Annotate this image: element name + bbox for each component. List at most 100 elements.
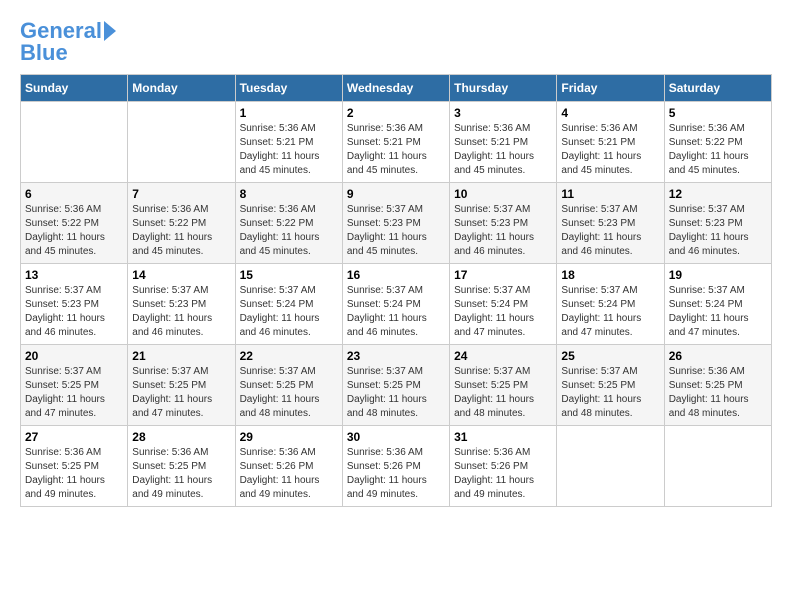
- day-number: 5: [669, 106, 767, 120]
- calendar-cell: [664, 426, 771, 507]
- day-number: 13: [25, 268, 123, 282]
- day-number: 2: [347, 106, 445, 120]
- day-number: 6: [25, 187, 123, 201]
- day-info: Sunrise: 5:36 AM Sunset: 5:21 PM Dayligh…: [561, 122, 659, 178]
- day-info: Sunrise: 5:36 AM Sunset: 5:21 PM Dayligh…: [347, 122, 445, 178]
- day-info: Sunrise: 5:36 AM Sunset: 5:21 PM Dayligh…: [454, 122, 552, 178]
- weekday-header: Tuesday: [235, 75, 342, 102]
- calendar-cell: 3 Sunrise: 5:36 AM Sunset: 5:21 PM Daylig…: [450, 102, 557, 183]
- weekday-header: Thursday: [450, 75, 557, 102]
- day-info: Sunrise: 5:37 AM Sunset: 5:23 PM Dayligh…: [561, 203, 659, 259]
- calendar-table: SundayMondayTuesdayWednesdayThursdayFrid…: [20, 74, 772, 507]
- calendar-cell: 9 Sunrise: 5:37 AM Sunset: 5:23 PM Daylig…: [342, 183, 449, 264]
- day-info: Sunrise: 5:37 AM Sunset: 5:24 PM Dayligh…: [240, 284, 338, 340]
- day-number: 14: [132, 268, 230, 282]
- day-info: Sunrise: 5:37 AM Sunset: 5:25 PM Dayligh…: [132, 365, 230, 421]
- day-number: 29: [240, 430, 338, 444]
- calendar-cell: 19Sunrise: 5:37 AM Sunset: 5:24 PM Dayli…: [664, 264, 771, 345]
- day-number: 25: [561, 349, 659, 363]
- day-info: Sunrise: 5:37 AM Sunset: 5:25 PM Dayligh…: [240, 365, 338, 421]
- day-number: 4: [561, 106, 659, 120]
- calendar-cell: 26 Sunrise: 5:36 AM Sunset: 5:25 PM Dayli…: [664, 345, 771, 426]
- weekday-header: Saturday: [664, 75, 771, 102]
- calendar-cell: 2 Sunrise: 5:36 AM Sunset: 5:21 PM Daylig…: [342, 102, 449, 183]
- calendar-cell: 4 Sunrise: 5:36 AM Sunset: 5:21 PM Daylig…: [557, 102, 664, 183]
- calendar-cell: 7 Sunrise: 5:36 AM Sunset: 5:22 PM Daylig…: [128, 183, 235, 264]
- day-number: 22: [240, 349, 338, 363]
- day-info: Sunrise: 5:36 AM Sunset: 5:22 PM Dayligh…: [132, 203, 230, 259]
- day-number: 26: [669, 349, 767, 363]
- calendar-cell: 16 Sunrise: 5:37 AM Sunset: 5:24 PM Dayli…: [342, 264, 449, 345]
- day-info: Sunrise: 5:37 AM Sunset: 5:24 PM Dayligh…: [347, 284, 445, 340]
- calendar-cell: 22 Sunrise: 5:37 AM Sunset: 5:25 PM Dayli…: [235, 345, 342, 426]
- calendar-cell: 24 Sunrise: 5:37 AM Sunset: 5:25 PM Dayli…: [450, 345, 557, 426]
- day-info: Sunrise: 5:36 AM Sunset: 5:26 PM Dayligh…: [454, 446, 552, 502]
- day-info: Sunrise: 5:37 AM Sunset: 5:24 PM Dayligh…: [561, 284, 659, 340]
- day-number: 10: [454, 187, 552, 201]
- logo-icon: [104, 21, 116, 41]
- day-info: Sunrise: 5:37 AM Sunset: 5:25 PM Dayligh…: [25, 365, 123, 421]
- calendar-cell: 17Sunrise: 5:37 AM Sunset: 5:24 PM Dayli…: [450, 264, 557, 345]
- day-number: 24: [454, 349, 552, 363]
- day-info: Sunrise: 5:37 AM Sunset: 5:25 PM Dayligh…: [561, 365, 659, 421]
- calendar-cell: [21, 102, 128, 183]
- calendar-cell: 14 Sunrise: 5:37 AM Sunset: 5:23 PM Dayli…: [128, 264, 235, 345]
- day-info: Sunrise: 5:37 AM Sunset: 5:23 PM Dayligh…: [132, 284, 230, 340]
- page-header: General Blue: [20, 20, 772, 64]
- calendar-cell: [557, 426, 664, 507]
- calendar-cell: 30 Sunrise: 5:36 AM Sunset: 5:26 PM Dayli…: [342, 426, 449, 507]
- calendar-cell: 10Sunrise: 5:37 AM Sunset: 5:23 PM Dayli…: [450, 183, 557, 264]
- day-info: Sunrise: 5:37 AM Sunset: 5:25 PM Dayligh…: [347, 365, 445, 421]
- calendar-cell: 13Sunrise: 5:37 AM Sunset: 5:23 PM Dayli…: [21, 264, 128, 345]
- day-info: Sunrise: 5:37 AM Sunset: 5:23 PM Dayligh…: [347, 203, 445, 259]
- day-info: Sunrise: 5:37 AM Sunset: 5:24 PM Dayligh…: [454, 284, 552, 340]
- calendar-cell: 23 Sunrise: 5:37 AM Sunset: 5:25 PM Dayli…: [342, 345, 449, 426]
- day-number: 7: [132, 187, 230, 201]
- day-number: 15: [240, 268, 338, 282]
- logo-text-blue: Blue: [20, 42, 68, 64]
- calendar-cell: 28 Sunrise: 5:36 AM Sunset: 5:25 PM Dayli…: [128, 426, 235, 507]
- day-info: Sunrise: 5:36 AM Sunset: 5:26 PM Dayligh…: [347, 446, 445, 502]
- day-number: 27: [25, 430, 123, 444]
- calendar-cell: 27 Sunrise: 5:36 AM Sunset: 5:25 PM Dayli…: [21, 426, 128, 507]
- day-info: Sunrise: 5:37 AM Sunset: 5:23 PM Dayligh…: [669, 203, 767, 259]
- calendar-week-row: 20 Sunrise: 5:37 AM Sunset: 5:25 PM Dayli…: [21, 345, 772, 426]
- calendar-cell: 29 Sunrise: 5:36 AM Sunset: 5:26 PM Dayli…: [235, 426, 342, 507]
- day-info: Sunrise: 5:37 AM Sunset: 5:24 PM Dayligh…: [669, 284, 767, 340]
- day-info: Sunrise: 5:36 AM Sunset: 5:26 PM Dayligh…: [240, 446, 338, 502]
- calendar-cell: 5 Sunrise: 5:36 AM Sunset: 5:22 PM Daylig…: [664, 102, 771, 183]
- calendar-cell: 21 Sunrise: 5:37 AM Sunset: 5:25 PM Dayli…: [128, 345, 235, 426]
- day-number: 30: [347, 430, 445, 444]
- day-info: Sunrise: 5:37 AM Sunset: 5:25 PM Dayligh…: [454, 365, 552, 421]
- day-number: 28: [132, 430, 230, 444]
- logo: General Blue: [20, 20, 116, 64]
- day-number: 20: [25, 349, 123, 363]
- day-number: 9: [347, 187, 445, 201]
- day-info: Sunrise: 5:36 AM Sunset: 5:22 PM Dayligh…: [240, 203, 338, 259]
- day-number: 11: [561, 187, 659, 201]
- calendar-cell: 6 Sunrise: 5:36 AM Sunset: 5:22 PM Daylig…: [21, 183, 128, 264]
- calendar-week-row: 13 Sunrise: 5:37 AM Sunset: 5:23 PM Dayli…: [21, 264, 772, 345]
- day-number: 23: [347, 349, 445, 363]
- weekday-header: Sunday: [21, 75, 128, 102]
- calendar-week-row: 1 Sunrise: 5:36 AM Sunset: 5:21 PM Daylig…: [21, 102, 772, 183]
- day-info: Sunrise: 5:36 AM Sunset: 5:25 PM Dayligh…: [669, 365, 767, 421]
- calendar-cell: 31 Sunrise: 5:36 AM Sunset: 5:26 PM Dayli…: [450, 426, 557, 507]
- day-number: 8: [240, 187, 338, 201]
- day-info: Sunrise: 5:36 AM Sunset: 5:22 PM Dayligh…: [669, 122, 767, 178]
- day-info: Sunrise: 5:36 AM Sunset: 5:25 PM Dayligh…: [132, 446, 230, 502]
- calendar-cell: 1Sunrise: 5:36 AM Sunset: 5:21 PM Daylig…: [235, 102, 342, 183]
- calendar-cell: 8 Sunrise: 5:36 AM Sunset: 5:22 PM Daylig…: [235, 183, 342, 264]
- calendar-cell: 12Sunrise: 5:37 AM Sunset: 5:23 PM Dayli…: [664, 183, 771, 264]
- day-info: Sunrise: 5:36 AM Sunset: 5:22 PM Dayligh…: [25, 203, 123, 259]
- calendar-cell: 18 Sunrise: 5:37 AM Sunset: 5:24 PM Dayli…: [557, 264, 664, 345]
- day-number: 21: [132, 349, 230, 363]
- day-number: 16: [347, 268, 445, 282]
- calendar-cell: 20 Sunrise: 5:37 AM Sunset: 5:25 PM Dayli…: [21, 345, 128, 426]
- day-number: 31: [454, 430, 552, 444]
- day-number: 18: [561, 268, 659, 282]
- day-number: 1: [240, 106, 338, 120]
- day-number: 3: [454, 106, 552, 120]
- day-info: Sunrise: 5:36 AM Sunset: 5:25 PM Dayligh…: [25, 446, 123, 502]
- calendar-cell: 11 Sunrise: 5:37 AM Sunset: 5:23 PM Dayli…: [557, 183, 664, 264]
